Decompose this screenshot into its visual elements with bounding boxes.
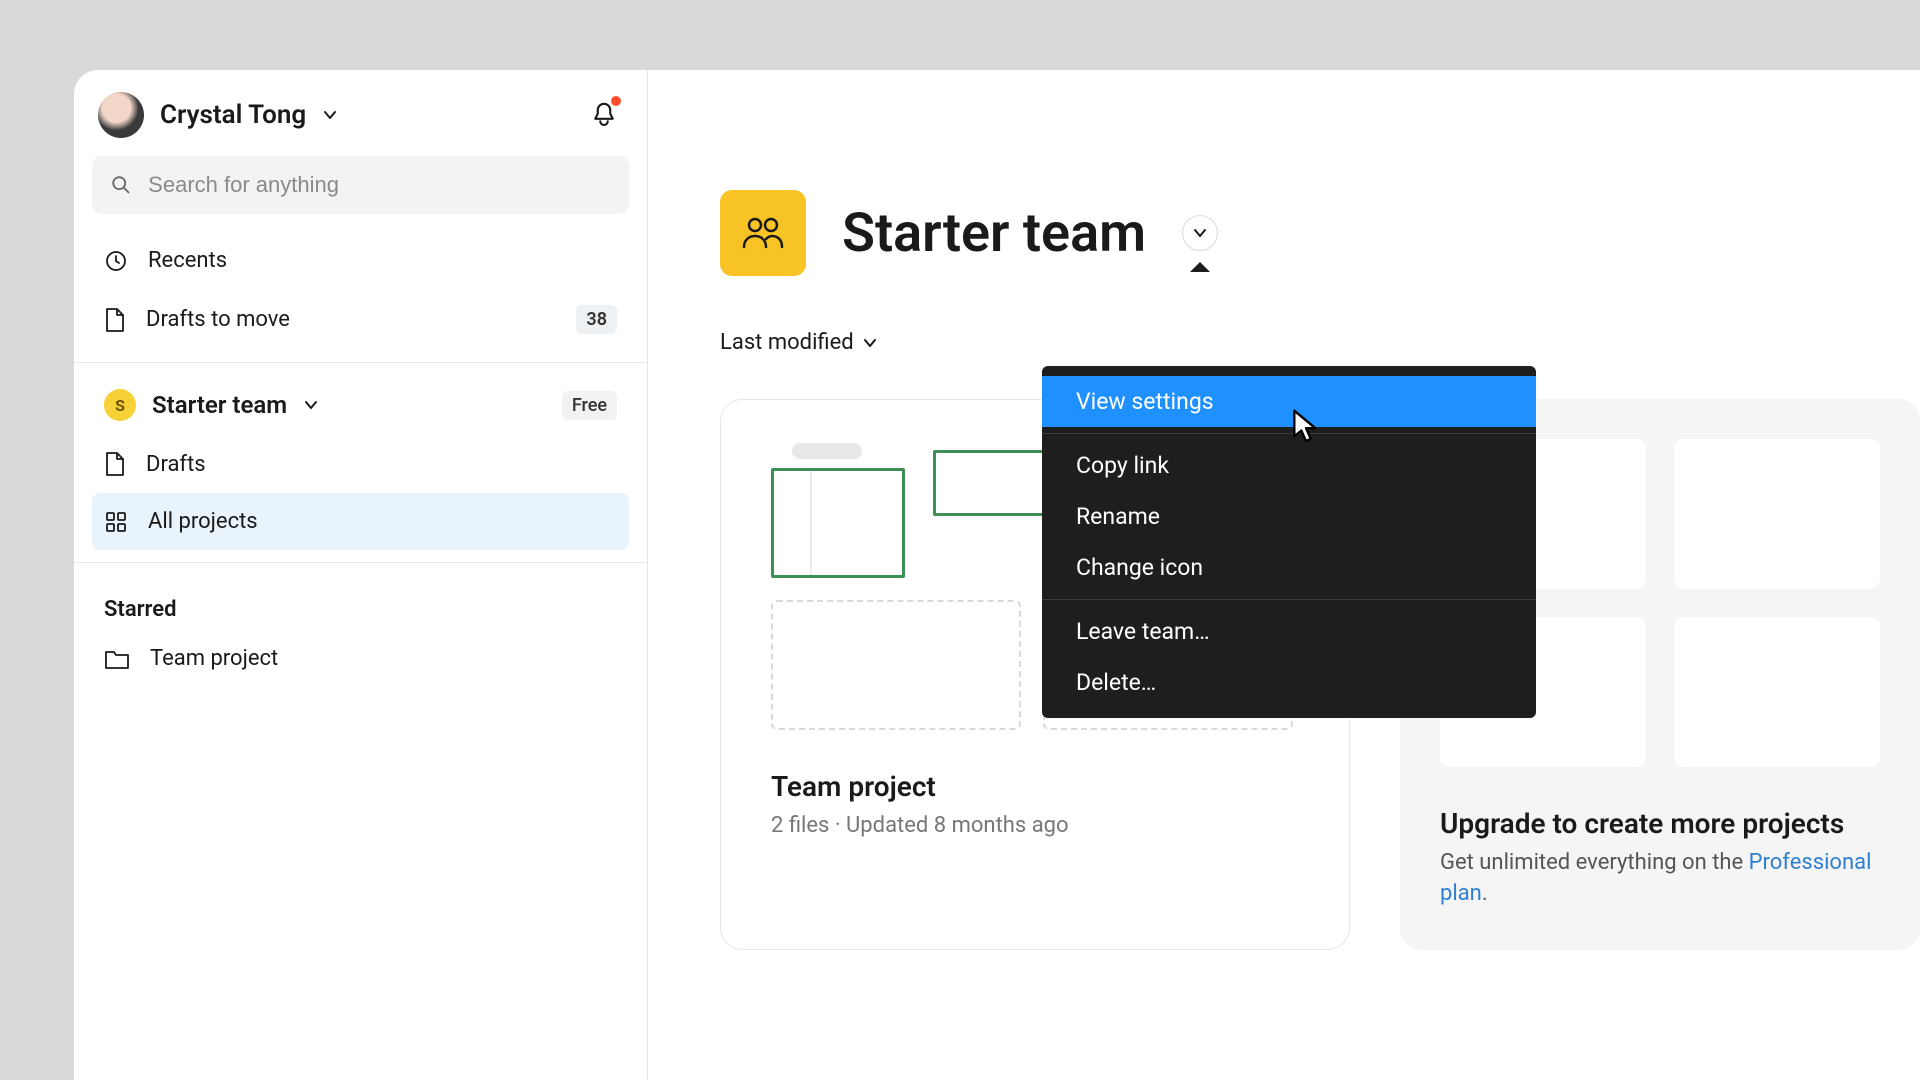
menu-item-rename[interactable]: Rename xyxy=(1042,491,1536,542)
upgrade-title: Upgrade to create more projects xyxy=(1440,807,1880,840)
placeholder-tile xyxy=(1674,439,1880,589)
chevron-down-icon xyxy=(322,107,338,123)
search-icon xyxy=(110,173,132,197)
sidebar-item-label: Team project xyxy=(150,646,278,671)
search-input-wrap[interactable] xyxy=(92,156,629,214)
team-icon xyxy=(720,190,806,276)
file-icon xyxy=(104,307,126,333)
notification-dot xyxy=(611,96,621,106)
project-meta: 2 files · Updated 8 months ago xyxy=(771,813,1299,838)
team-name: Starter team xyxy=(152,391,287,419)
menu-item-delete[interactable]: Delete… xyxy=(1042,657,1536,708)
divider xyxy=(74,362,647,363)
team-context-menu: View settings Copy link Rename Change ic… xyxy=(1042,366,1536,718)
sidebar-item-recents[interactable]: Recents xyxy=(92,232,629,289)
chevron-down-icon xyxy=(303,397,319,413)
team-settings-dropdown[interactable] xyxy=(1182,215,1218,251)
plan-badge: Free xyxy=(562,391,617,420)
sidebar: Crystal Tong Recents Drafts to move 38 S… xyxy=(74,70,648,1080)
sidebar-item-drafts[interactable]: Drafts xyxy=(92,435,629,493)
menu-item-copy-link[interactable]: Copy link xyxy=(1042,440,1536,491)
page-title-row: Starter team xyxy=(720,190,1920,276)
clock-icon xyxy=(104,249,128,273)
file-thumbnail xyxy=(771,468,905,578)
page-title: Starter team xyxy=(842,202,1146,265)
divider xyxy=(74,562,647,563)
user-name: Crystal Tong xyxy=(160,100,306,130)
folder-icon xyxy=(104,648,130,670)
sidebar-item-label: Drafts xyxy=(146,452,206,477)
people-icon xyxy=(741,215,785,251)
sidebar-item-team-project[interactable]: Team project xyxy=(92,630,629,687)
empty-slot xyxy=(771,600,1021,730)
project-name: Team project xyxy=(771,770,1299,803)
menu-item-view-settings[interactable]: View settings xyxy=(1042,376,1536,427)
search-input[interactable] xyxy=(148,172,611,198)
sidebar-item-label: Drafts to move xyxy=(146,307,290,332)
grid-icon xyxy=(104,510,128,534)
menu-separator xyxy=(1042,599,1536,600)
sidebar-team-header[interactable]: S Starter team Free xyxy=(92,375,629,435)
placeholder-tile xyxy=(1674,617,1880,767)
sidebar-item-label: All projects xyxy=(148,509,258,534)
drafts-badge: 38 xyxy=(576,305,617,334)
notifications-button[interactable] xyxy=(585,96,623,134)
sidebar-item-drafts-to-move[interactable]: Drafts to move 38 xyxy=(92,289,629,350)
app-window: Crystal Tong Recents Drafts to move 38 S… xyxy=(74,70,1920,1080)
menu-separator xyxy=(1042,433,1536,434)
upgrade-sub-prefix: Get unlimited everything on the xyxy=(1440,850,1749,875)
sort-label: Last modified xyxy=(720,330,854,355)
sidebar-item-all-projects[interactable]: All projects xyxy=(92,493,629,550)
sort-dropdown[interactable]: Last modified xyxy=(720,330,1920,355)
file-icon xyxy=(104,451,126,477)
upgrade-sub-suffix: . xyxy=(1482,881,1488,906)
chevron-down-icon xyxy=(1192,225,1208,241)
team-initial-icon: S xyxy=(104,389,136,421)
menu-item-change-icon[interactable]: Change icon xyxy=(1042,542,1536,593)
file-thumbnail xyxy=(933,450,1053,516)
menu-item-leave-team[interactable]: Leave team… xyxy=(1042,606,1536,657)
upgrade-subtitle: Get unlimited everything on the Professi… xyxy=(1440,848,1880,910)
starred-section-label: Starred xyxy=(92,575,629,630)
user-menu[interactable]: Crystal Tong xyxy=(98,92,338,138)
chevron-down-icon xyxy=(862,335,878,351)
sidebar-header: Crystal Tong xyxy=(92,92,629,156)
avatar xyxy=(98,92,144,138)
sidebar-item-label: Recents xyxy=(148,248,227,273)
